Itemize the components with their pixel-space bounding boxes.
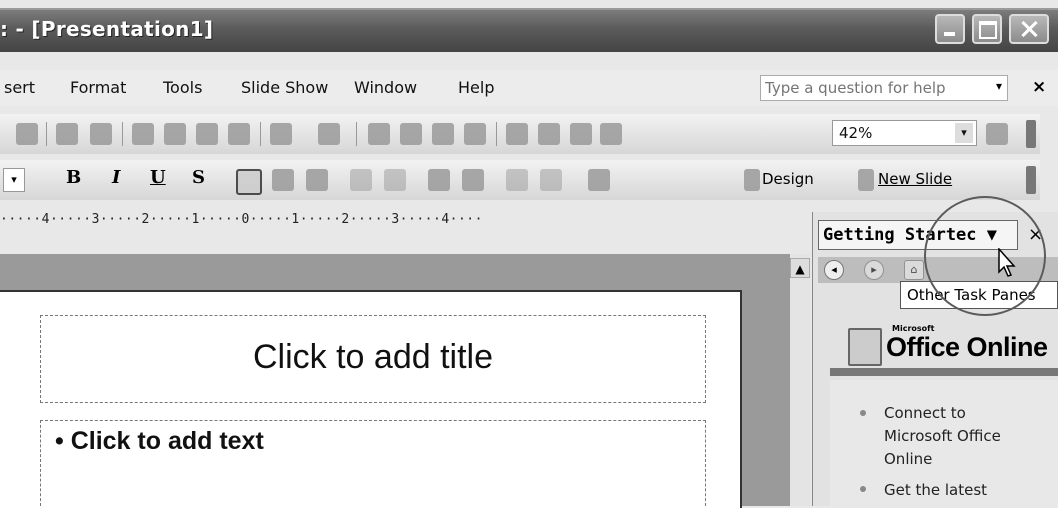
menu-help[interactable]: Help [458, 78, 494, 97]
close-window-button[interactable] [1009, 14, 1049, 44]
menu-tools[interactable]: Tools [163, 78, 202, 97]
toolbar-separator [496, 122, 497, 146]
back-icon[interactable]: ◂ [824, 260, 844, 280]
tables-borders-icon[interactable] [432, 123, 454, 145]
toolbar-grip[interactable] [1026, 120, 1036, 148]
office-logo-icon [848, 328, 882, 366]
office-online-logo[interactable]: Microsoft Office Online [848, 320, 1058, 368]
format-painter-icon[interactable] [228, 123, 250, 145]
highlight-circle [924, 196, 1046, 316]
link-line[interactable]: Get the latest [884, 480, 987, 500]
mouse-cursor-icon [998, 248, 1016, 277]
bold-button[interactable]: B [66, 167, 81, 188]
window-title: : - [Presentation1] [0, 17, 214, 41]
underline-button[interactable]: U [150, 167, 166, 188]
forward-icon[interactable]: ▸ [864, 260, 884, 280]
center-icon[interactable] [272, 169, 294, 191]
menu-slide-show[interactable]: Slide Show [241, 78, 328, 97]
redo-icon[interactable] [318, 123, 340, 145]
decrease-indent-icon[interactable] [506, 169, 528, 191]
body-placeholder[interactable]: • Click to add text [40, 420, 706, 506]
show-formatting-icon[interactable] [538, 123, 560, 145]
body-placeholder-text: • Click to add text [55, 427, 264, 455]
spelling-icon[interactable] [56, 123, 78, 145]
home-icon[interactable]: ⌂ [904, 260, 924, 280]
font-color-icon[interactable] [588, 169, 610, 191]
cut-icon[interactable] [132, 123, 154, 145]
align-right-icon[interactable] [306, 169, 328, 191]
title-placeholder[interactable]: Click to add title [40, 315, 706, 403]
minimize-button[interactable] [935, 14, 965, 44]
toolbar-separator [356, 122, 357, 146]
copy-icon[interactable] [164, 123, 186, 145]
new-slide-button[interactable]: New Slide [878, 170, 952, 188]
zoom-combo[interactable]: 42% ▾ [832, 120, 977, 146]
show-grid-icon[interactable] [570, 123, 592, 145]
color-grayscale-icon[interactable] [600, 123, 622, 145]
link-line[interactable]: Microsoft Office [884, 426, 1001, 446]
undo-icon[interactable] [270, 123, 292, 145]
link-line[interactable]: Connect to [884, 403, 966, 423]
toolbar-separator [122, 122, 123, 146]
help-dropdown-icon[interactable]: ▾ [996, 79, 1002, 93]
help-icon[interactable] [986, 123, 1008, 145]
print-preview-icon[interactable] [16, 123, 38, 145]
numbering-icon[interactable] [350, 169, 372, 191]
font-size-dropdown-icon[interactable]: ▾ [3, 168, 25, 192]
maximize-button[interactable] [972, 14, 1002, 44]
zoom-value: 42% [839, 124, 873, 142]
scroll-up-icon[interactable]: ▲ [790, 258, 810, 278]
help-search-input[interactable] [761, 76, 979, 100]
expand-all-icon[interactable] [506, 123, 528, 145]
increase-font-icon[interactable] [428, 169, 450, 191]
document-close-button[interactable]: × [1032, 77, 1046, 97]
vertical-scrollbar[interactable] [790, 254, 810, 506]
decrease-font-icon[interactable] [462, 169, 484, 191]
toolbar-grip[interactable] [1026, 166, 1036, 194]
shadow-button[interactable]: S [192, 167, 205, 188]
link-line[interactable]: Online [884, 449, 932, 469]
bullet-icon [860, 486, 866, 492]
increase-indent-icon[interactable] [540, 169, 562, 191]
toolbar-separator [46, 122, 47, 146]
menu-insert[interactable]: sert [4, 78, 35, 97]
menu-window[interactable]: Window [354, 78, 417, 97]
italic-button[interactable]: I [112, 167, 120, 188]
bullet-icon [860, 410, 866, 416]
help-search-box[interactable]: ▾ [760, 75, 1008, 101]
task-pane-divider [830, 368, 1058, 376]
title-placeholder-text: Click to add title [253, 338, 493, 376]
bullets-icon[interactable] [384, 169, 406, 191]
paste-icon[interactable] [196, 123, 218, 145]
hyperlink-icon[interactable] [464, 123, 486, 145]
design-button[interactable]: Design [762, 170, 814, 188]
design-icon [744, 169, 760, 191]
insert-chart-icon[interactable] [368, 123, 390, 145]
new-slide-icon [858, 169, 874, 191]
toolbar-separator [260, 122, 261, 146]
horizontal-ruler: ·····4·····3·····2·····1·····0·····1····… [0, 212, 483, 227]
title-bar: : - [Presentation1] [0, 8, 1058, 52]
insert-table-icon[interactable] [400, 123, 422, 145]
research-icon[interactable] [90, 123, 112, 145]
menu-format[interactable]: Format [70, 78, 126, 97]
zoom-dropdown-icon[interactable]: ▾ [955, 123, 973, 143]
office-logo-text: Office Online [886, 332, 1048, 362]
align-left-icon[interactable] [236, 169, 262, 195]
